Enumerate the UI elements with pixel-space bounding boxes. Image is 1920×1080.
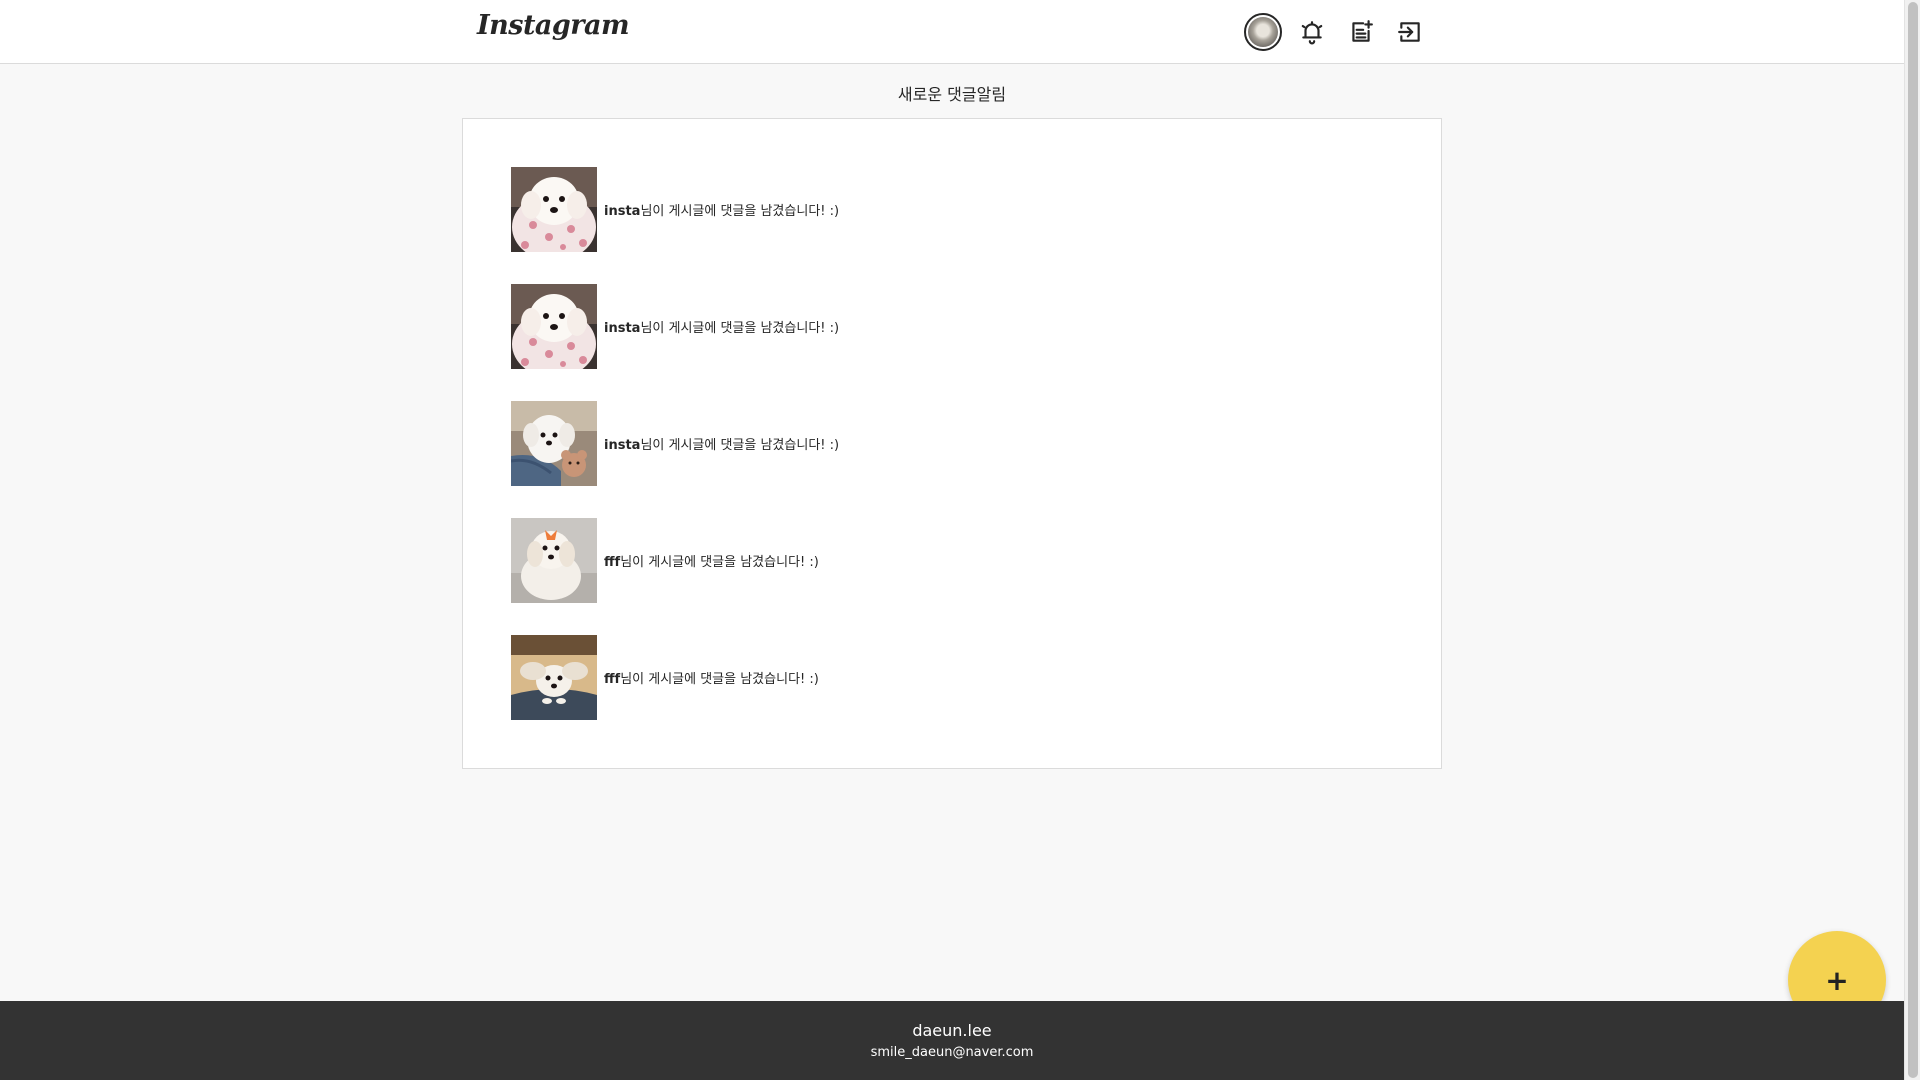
notification-text: insta님이 게시글에 댓글을 남겼습니다! :) [604, 434, 839, 453]
dog-photo-image [511, 167, 597, 252]
notification-item[interactable]: fff님이 게시글에 댓글을 남겼습니다! :) [511, 635, 839, 720]
notification-username[interactable]: insta [604, 204, 640, 219]
page-title: 새로운 댓글알림 [897, 85, 1007, 104]
new-post-button[interactable] [1342, 13, 1380, 51]
footer-email: smile_daeun@naver.com [870, 1045, 1034, 1060]
notification-text: insta님이 게시글에 댓글을 남겼습니다! :) [604, 200, 839, 219]
notification-message: 님이 게시글에 댓글을 남겼습니다! :) [620, 672, 819, 687]
notification-item[interactable]: insta님이 게시글에 댓글을 남겼습니다! :) [511, 284, 839, 369]
avatar-image [1248, 17, 1278, 47]
notification-text: fff님이 게시글에 댓글을 남겼습니다! :) [604, 551, 819, 570]
notification-username[interactable]: fff [604, 555, 620, 570]
notification-list: insta님이 게시글에 댓글을 남겼습니다! :) insta님이 게시글에 … [511, 167, 839, 752]
bell-icon [1301, 21, 1323, 45]
notification-item[interactable]: fff님이 게시글에 댓글을 남겼습니다! :) [511, 518, 839, 603]
profile-avatar-button[interactable] [1244, 13, 1282, 51]
dog-photo-image [511, 401, 597, 486]
notification-message: 님이 게시글에 댓글을 남겼습니다! :) [620, 555, 819, 570]
notification-username[interactable]: insta [604, 321, 640, 336]
scrollbar-thumb[interactable] [1908, 2, 1918, 1078]
notification-button[interactable] [1293, 13, 1331, 51]
new-post-icon [1352, 20, 1373, 42]
footer: daeun.lee smile_daeun@naver.com [0, 1001, 1904, 1080]
avatar [1244, 13, 1282, 51]
post-thumbnail[interactable] [511, 284, 597, 369]
notification-item[interactable]: insta님이 게시글에 댓글을 남겼습니다! :) [511, 167, 839, 252]
instagram-logo[interactable]: Instagram [477, 10, 630, 41]
notification-message: 님이 게시글에 댓글을 남겼습니다! :) [640, 204, 840, 219]
page: Instagram 새로운 댓글알림 insta님이 게시글에 댓글을 남겼습니… [0, 0, 1920, 1080]
vertical-scrollbar[interactable] [1904, 0, 1920, 1080]
post-thumbnail[interactable] [511, 635, 597, 720]
dog-photo-image [511, 635, 597, 720]
top-navbar: Instagram [0, 0, 1904, 64]
notification-username[interactable]: insta [604, 438, 640, 453]
post-thumbnail[interactable] [511, 167, 597, 252]
logout-icon [1398, 22, 1420, 42]
notification-text: insta님이 게시글에 댓글을 남겼습니다! :) [604, 317, 839, 336]
notification-message: 님이 게시글에 댓글을 남겼습니다! :) [640, 438, 840, 453]
post-thumbnail[interactable] [511, 518, 597, 603]
dog-photo-image [511, 518, 597, 603]
post-thumbnail[interactable] [511, 401, 597, 486]
footer-author-name: daeun.lee [912, 1021, 992, 1040]
dog-photo-image [511, 284, 597, 369]
notification-card: insta님이 게시글에 댓글을 남겼습니다! :) insta님이 게시글에 … [462, 118, 1442, 769]
nav-icons [1244, 13, 1429, 51]
notification-text: fff님이 게시글에 댓글을 남겼습니다! :) [604, 668, 819, 687]
logout-button[interactable] [1391, 13, 1429, 51]
notification-item[interactable]: insta님이 게시글에 댓글을 남겼습니다! :) [511, 401, 839, 486]
notification-message: 님이 게시글에 댓글을 남겼습니다! :) [640, 321, 840, 336]
notification-username[interactable]: fff [604, 672, 620, 687]
